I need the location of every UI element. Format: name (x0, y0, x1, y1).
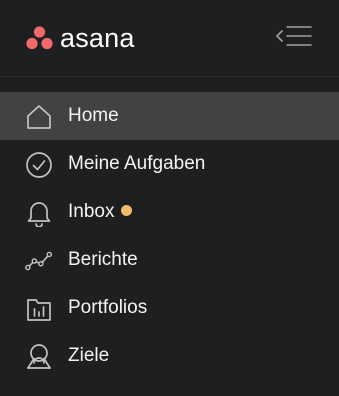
nav-item-label: Home (68, 105, 119, 126)
nav-item-inbox[interactable]: Inbox (0, 188, 339, 236)
nav-item-my-tasks[interactable]: Meine Aufgaben (0, 140, 339, 188)
nav-item-label-wrapper: Inbox (68, 188, 133, 236)
nav-item-home[interactable]: Home (0, 92, 339, 140)
nav-item-label: Ziele (68, 345, 110, 366)
nav-item-goals[interactable]: Ziele (0, 332, 339, 380)
bell-icon (25, 199, 53, 227)
nav-item-label: Portfolios (68, 297, 148, 318)
sidebar-header: asana (0, 0, 339, 76)
line-chart-icon (25, 247, 53, 275)
nav-item-label: Berichte (68, 249, 138, 270)
goal-person-icon (25, 343, 53, 371)
nav-item-reports[interactable]: Berichte (0, 236, 339, 284)
sidebar-nav: Home Meine Aufgaben Inbox Berichte Portf… (0, 92, 339, 380)
nav-item-portfolios[interactable]: Portfolios (0, 284, 339, 332)
check-circle-icon (25, 151, 53, 179)
home-icon (25, 103, 53, 131)
header-divider (0, 76, 339, 77)
asana-logo[interactable]: asana (26, 22, 135, 54)
sidebar-collapse-button[interactable] (272, 22, 316, 54)
sidebar: asana Home Meine Aufgaben Inbox Berichte… (0, 0, 339, 396)
asana-logo-icon (26, 26, 53, 50)
sidebar-collapse-icon (274, 24, 314, 53)
unread-badge-dot (121, 205, 133, 216)
nav-item-label: Meine Aufgaben (68, 153, 206, 174)
nav-item-label: Inbox (68, 201, 115, 222)
asana-logo-text: asana (60, 23, 135, 53)
portfolio-folder-icon (25, 295, 53, 323)
